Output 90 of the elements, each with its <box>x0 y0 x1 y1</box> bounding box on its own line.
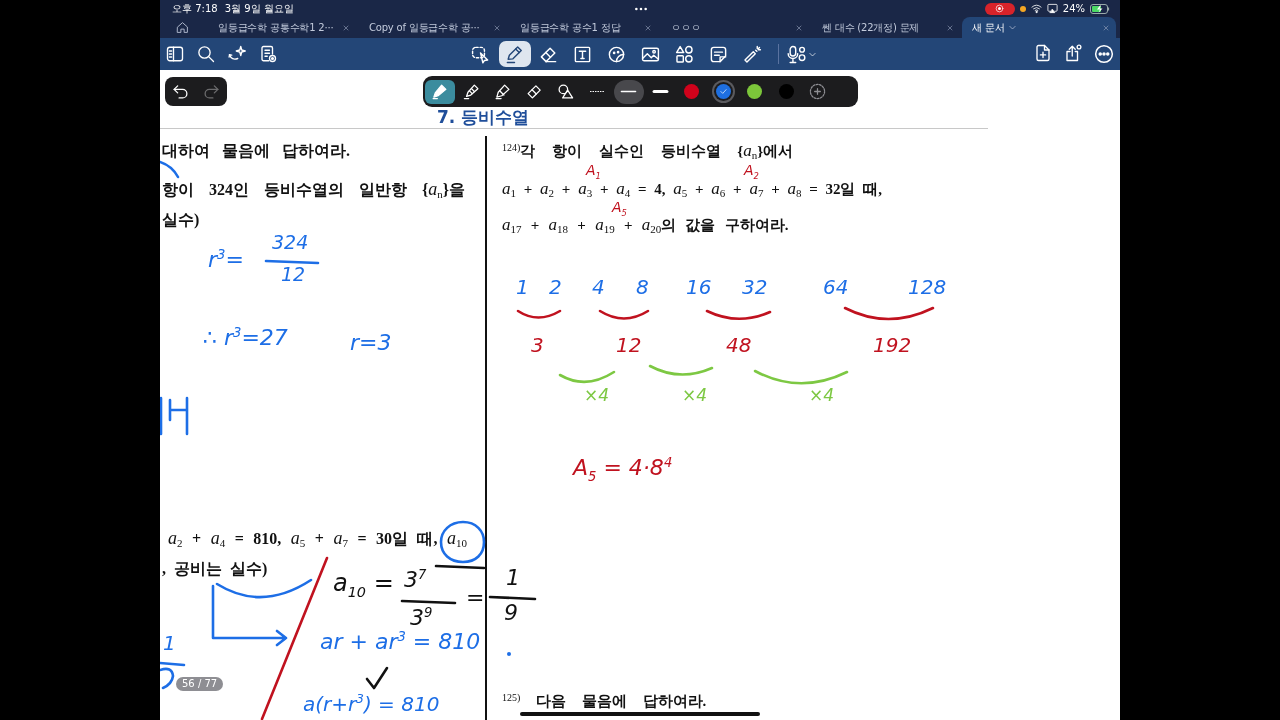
shapes-icon[interactable] <box>675 44 694 64</box>
document-icon[interactable] <box>259 45 277 63</box>
privacy-dot-icon <box>1019 5 1026 12</box>
pen-tool-button[interactable] <box>424 79 455 104</box>
status-time: 오후 7:18 <box>172 2 218 15</box>
handwritten-number: 12 <box>281 264 306 285</box>
pen-icon[interactable] <box>505 44 524 64</box>
handwritten-equation: A$_{5}$ = 4·8$^{4}$ <box>573 456 673 485</box>
handwritten-number: 4 <box>592 276 605 298</box>
problem-text: a$_{1}$ + a$_{2}$ + a$_{3}$ + a$_{4}$ = 4, a$_{5}$ + a$_{6}$ + a$_{7}$ + a$_{8}$ = 32일 때, <box>502 179 882 199</box>
handwritten-number: 3$^{9}$ <box>410 606 433 631</box>
handwritten-equation: r=3 <box>350 331 392 356</box>
image-icon[interactable] <box>641 44 660 64</box>
toolbar-button[interactable] <box>498 41 531 67</box>
handwritten-symbol: = <box>466 586 485 611</box>
sticker-icon[interactable] <box>607 44 626 64</box>
handwritten-label: A$_{2}$ <box>744 163 759 182</box>
section-heading: 7. 등비수열 <box>437 108 530 127</box>
sparkle-icon[interactable] <box>228 45 246 63</box>
brush-pen-icon[interactable] <box>462 83 480 100</box>
handwritten-number: 16 <box>686 276 712 298</box>
search-icon[interactable] <box>197 45 215 63</box>
problem-text: 실수) <box>162 210 200 230</box>
text-box-icon[interactable] <box>573 44 592 64</box>
close-icon[interactable] <box>946 23 954 32</box>
close-icon[interactable] <box>644 23 652 32</box>
check-icon <box>718 87 728 96</box>
handwritten-equation: ∴ r$^{3}$=27 <box>203 326 288 351</box>
battery-charging-icon <box>1090 3 1110 14</box>
handwritten-label: A$_{1}$ <box>586 163 601 182</box>
problem-text: a$_{2}$ + a$_{4}$ = 810, a$_{5}$ + a$_{7}$ = 30일 때, a$_{10}$ <box>168 528 467 549</box>
sidebar-icon[interactable] <box>166 45 184 63</box>
laser-pointer-icon[interactable] <box>743 44 762 64</box>
add-color-icon[interactable] <box>809 83 827 100</box>
handwritten-number: 1 <box>506 566 520 591</box>
handwritten-equation: ar + ar$^{3}$ = 810 <box>320 630 481 655</box>
add-page-icon[interactable] <box>1034 44 1052 62</box>
handwritten-equation: a(r+r$^{3}$) = 810 <box>303 693 440 715</box>
shapes-icon[interactable] <box>557 83 575 100</box>
record-icon <box>995 4 1005 13</box>
screen-mirroring-icon <box>1046 3 1058 14</box>
handwritten-label: ×4 <box>809 386 835 405</box>
tab[interactable]: 일등급수학 공통수학1 2··· <box>205 17 356 38</box>
recording-indicator[interactable] <box>984 2 1015 15</box>
handwritten-number: 2 <box>549 276 562 298</box>
tab[interactable]: 쎈 대수 (22개정) 문제 <box>809 17 960 38</box>
handwritten-number: 1 <box>163 632 176 654</box>
handwritten-number: 12 <box>616 334 642 356</box>
close-icon[interactable] <box>342 23 350 32</box>
handwritten-number: 32 <box>742 276 768 298</box>
color-swatch[interactable] <box>684 84 700 99</box>
tab[interactable]: Copy of 일등급수학 공··· <box>356 17 507 38</box>
close-icon[interactable] <box>795 23 803 32</box>
share-icon[interactable] <box>1064 44 1082 62</box>
handwritten-number: 1 <box>516 276 529 298</box>
problem-text: $^{124)}$각 항이 실수인 등비수열 {a$_{n}$}에서 <box>502 141 794 161</box>
note-icon[interactable] <box>709 44 728 64</box>
microphone-icon[interactable] <box>786 44 806 64</box>
close-icon[interactable] <box>493 23 501 32</box>
handwritten-number: 324 <box>272 232 309 253</box>
tab[interactable]: ㅇㅇㅇ <box>658 17 809 38</box>
wifi-icon <box>1030 3 1042 14</box>
problem-text: 대하여 물음에 답하여라. <box>162 141 350 161</box>
handwritten-label: ×4 <box>682 386 708 405</box>
handwritten-number: 128 <box>908 276 947 298</box>
status-date: 3월 9일 월요일 <box>224 2 294 15</box>
page-indicator: 56 / 77 <box>176 677 224 691</box>
lasso-icon[interactable] <box>471 44 490 64</box>
handwritten-number: 192 <box>873 334 912 356</box>
problem-text: , 공비는 실수) <box>162 559 268 579</box>
battery-percent: 24% <box>1062 2 1085 15</box>
tab[interactable]: 일등급수학 공수1 정답 <box>507 17 658 38</box>
handwritten-equation: a$_{10}$ = <box>333 570 394 601</box>
home-icon[interactable] <box>176 21 189 34</box>
highlighter-icon[interactable] <box>494 83 512 100</box>
handwritten-label: ×4 <box>584 386 610 405</box>
handwritten-number: 3$^{7}$ <box>404 568 427 593</box>
handwritten-number: 8 <box>636 276 649 298</box>
handwritten-equation: r$^{3}$= <box>208 248 244 273</box>
eraser-icon[interactable] <box>525 83 543 100</box>
handwritten-number: 48 <box>726 334 752 356</box>
color-swatch[interactable] <box>747 84 763 99</box>
color-swatch[interactable] <box>778 84 794 99</box>
handwritten-number: 64 <box>823 276 849 298</box>
fountain-pen-icon[interactable] <box>431 83 449 100</box>
problem-text: 항이 324인 등비수열의 일반항 {a$_{n}$}을 <box>162 179 466 200</box>
handwritten-number: 9 <box>504 601 518 626</box>
more-icon[interactable] <box>1094 44 1114 64</box>
handwritten-number: 3 <box>531 334 544 356</box>
undo-icon[interactable] <box>172 83 189 100</box>
